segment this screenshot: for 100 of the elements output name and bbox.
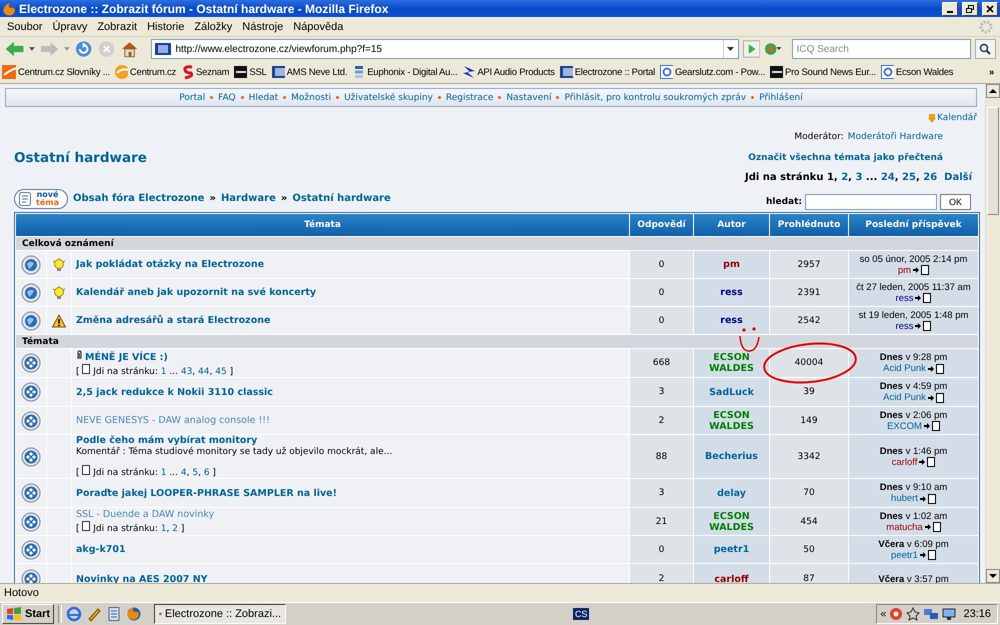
dropdown-icon[interactable]: [727, 47, 734, 52]
search-button[interactable]: [974, 39, 996, 60]
nav-link[interactable]: Přihlášení: [759, 92, 803, 102]
restore-button[interactable]: [962, 2, 978, 16]
topic-title-link[interactable]: 2,5 jack redukce k Nokii 3110 classic: [76, 386, 273, 398]
page-link[interactable]: 4: [180, 468, 187, 478]
topic-title-link[interactable]: Změna adresářů a stará Electrozone: [76, 315, 270, 326]
menu-item[interactable]: Zobrazit: [92, 20, 142, 33]
more-bookmarks-button[interactable]: »: [988, 66, 998, 78]
bookmark-link[interactable]: Pro Sound News Eur...: [769, 64, 876, 80]
latest-post-icon[interactable]: [928, 364, 944, 374]
nav-link[interactable]: Nastavení: [506, 92, 552, 102]
browser-icon[interactable]: [66, 606, 82, 622]
latest-post-icon[interactable]: [913, 265, 930, 275]
calendar-link[interactable]: Kalendář: [937, 113, 977, 123]
page-link[interactable]: 26: [923, 172, 938, 182]
page-link[interactable]: 1: [160, 366, 166, 376]
poster-link[interactable]: peetr1: [891, 550, 918, 560]
reload-icon[interactable]: [74, 39, 94, 60]
mark-read-link[interactable]: Označit všechna témata jako přečtená: [748, 153, 943, 163]
nav-link[interactable]: FAQ: [218, 92, 236, 102]
flower-icon[interactable]: [764, 41, 782, 58]
poster-link[interactable]: ress: [896, 292, 914, 304]
language-indicator[interactable]: CS: [572, 608, 590, 620]
bookmark-link[interactable]: Ecson Waldes: [880, 64, 954, 80]
latest-post-icon[interactable]: [915, 293, 932, 303]
nav-link[interactable]: Portal: [179, 92, 206, 102]
bookmark-link[interactable]: Euphonix - Digital Au...: [351, 64, 458, 80]
latest-post-icon[interactable]: [915, 321, 932, 331]
search-field[interactable]: ICQ Search: [792, 39, 971, 60]
poster-link[interactable]: matucha: [886, 522, 923, 532]
bookmark-link[interactable]: SSL: [233, 64, 267, 80]
poster-link[interactable]: Acid Punk: [883, 392, 926, 403]
bookmark-link[interactable]: API Audio Products: [461, 64, 555, 80]
bookmark-link[interactable]: Electrozone :: Portal: [558, 64, 655, 80]
nav-link[interactable]: Možnosti: [291, 92, 332, 102]
notepad-icon[interactable]: [106, 606, 122, 622]
page-link[interactable]: 43: [180, 366, 192, 376]
nav-link[interactable]: Uživatelské skupiny: [344, 92, 433, 102]
bookmark-link[interactable]: AMS Neve Ltd.: [270, 64, 348, 80]
page-link[interactable]: 24: [880, 172, 895, 182]
tray-icon[interactable]: [906, 607, 920, 621]
bookmark-link[interactable]: Gearslutz.com - Pow...: [658, 64, 766, 80]
latest-post-icon[interactable]: [924, 522, 941, 532]
next-page-link[interactable]: Další: [944, 172, 972, 182]
poster-link[interactable]: hubert: [891, 493, 918, 504]
menu-item[interactable]: Úpravy: [47, 20, 92, 33]
moderator-link[interactable]: Moderátoři Hardware: [848, 132, 943, 142]
page-link[interactable]: 6: [204, 468, 210, 478]
ok-button[interactable]: OK: [940, 194, 971, 210]
bookmark-link[interactable]: Seznam: [180, 64, 230, 80]
topic-title-link[interactable]: Kalendář aneb jak upozornit na své koncerty: [76, 287, 316, 298]
menu-item[interactable]: Historie: [142, 20, 190, 33]
scroll-down-icon[interactable]: [986, 569, 1000, 583]
menu-item[interactable]: Soubor: [2, 20, 48, 33]
latest-post-icon[interactable]: [924, 421, 940, 431]
caret-icon[interactable]: [29, 47, 35, 52]
new-topic-button[interactable]: nové téma: [14, 188, 68, 208]
topic-title-link[interactable]: Jak pokládat otázky na Electrozone: [76, 259, 264, 270]
poster-link[interactable]: EXCOM: [887, 420, 922, 432]
page-link[interactable]: 44: [198, 366, 210, 376]
bookmark-link[interactable]: Centrum.cz Slovníky ...: [2, 64, 110, 80]
page-link[interactable]: 2: [841, 172, 848, 182]
topic-title-link[interactable]: Poraďte jakej LOOPER-PHRASE SAMPLER na live!: [76, 488, 337, 498]
poster-link[interactable]: Acid Punk: [883, 363, 926, 374]
latest-post-icon[interactable]: [920, 550, 936, 560]
page-link[interactable]: 1: [160, 524, 166, 534]
network-icon[interactable]: [923, 607, 940, 621]
start-button[interactable]: Start: [2, 604, 54, 624]
nav-link[interactable]: Přihlásit, pro kontrolu soukromých zpráv: [564, 92, 746, 102]
close-button[interactable]: [982, 2, 998, 16]
pencil-icon[interactable]: [86, 606, 102, 622]
tray-icon[interactable]: [889, 607, 904, 621]
page-link[interactable]: 5: [192, 468, 198, 478]
breadcrumb-link[interactable]: Ostatní hardware: [292, 193, 391, 204]
minimize-button[interactable]: [942, 2, 958, 16]
breadcrumb-link[interactable]: Hardware: [220, 193, 276, 204]
latest-post-icon[interactable]: [928, 392, 944, 402]
poster-link[interactable]: ress: [896, 320, 914, 332]
search-field[interactable]: [804, 194, 937, 210]
menu-item[interactable]: Nástroje: [237, 20, 288, 33]
nav-link[interactable]: Registrace: [446, 92, 494, 102]
poster-link[interactable]: carloff: [892, 456, 918, 468]
latest-post-icon[interactable]: [920, 494, 936, 504]
topic-title-link[interactable]: NEVE GENESYS - DAW analog console !!!: [76, 415, 270, 426]
address-field[interactable]: http://www.electrozone.cz/viewforum.php?f=15: [151, 39, 739, 60]
monitor-icon[interactable]: [942, 607, 956, 621]
topic-title-link[interactable]: SSL - Duende a DAW novinky: [76, 509, 214, 520]
bookmark-link[interactable]: Centrum.cz: [114, 64, 176, 80]
topic-title-link[interactable]: akg-k701: [76, 544, 126, 555]
page-link[interactable]: 1: [160, 468, 166, 478]
taskbar-button[interactable]: Electrozone :: Zobrazi...: [154, 604, 286, 624]
topic-title-link[interactable]: MÉNĚ JE VÍCE :): [85, 352, 168, 362]
page-link[interactable]: 25: [902, 172, 916, 182]
poster-link[interactable]: pm: [898, 264, 912, 276]
topic-title-link[interactable]: Podle čeho mám vybírat monitory: [76, 435, 258, 446]
scroll-up-icon[interactable]: [986, 84, 1000, 98]
breadcrumb-link[interactable]: Obsah fóra Electrozone: [72, 193, 204, 204]
menu-item[interactable]: Nápověda: [288, 20, 348, 33]
page-link[interactable]: 2: [172, 524, 178, 534]
